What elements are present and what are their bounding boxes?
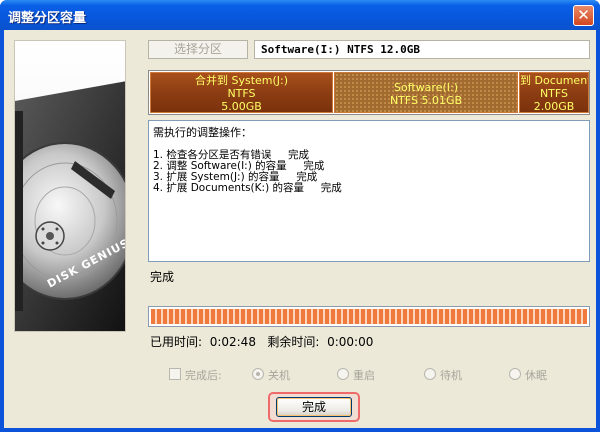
close-icon: ✕ <box>577 6 590 24</box>
partition-size: 2.00GB <box>533 100 575 113</box>
title-bar[interactable]: 调整分区容量 ✕ <box>0 0 600 30</box>
shutdown-radio[interactable] <box>252 368 264 380</box>
remaining-label: 剩余时间: <box>267 335 320 349</box>
restart-label: 重启 <box>353 369 375 382</box>
partition-name: Software(I:) <box>393 81 459 94</box>
progress-fill <box>151 309 587 324</box>
after-complete-checkbox[interactable] <box>169 368 181 380</box>
close-button[interactable]: ✕ <box>573 5 594 26</box>
selected-partition-info: Software(I:) NTFS 12.0GB <box>254 40 590 59</box>
operations-header: 需执行的调整操作： <box>153 126 252 139</box>
remaining-time: 0:00:00 <box>327 335 374 349</box>
partition-name: 到 Document <box>520 74 589 87</box>
partition-fs: NTFS <box>227 87 256 100</box>
partition-fs: NTFS <box>539 87 569 100</box>
partition-segment-software[interactable]: Software(I:) NTFS 5.01GB <box>334 72 518 113</box>
operation-item: 4. 扩展 Documents(K:) 的容量 完成 <box>153 182 342 194</box>
partition-name: 合并到 System(J:) <box>194 74 289 87</box>
operations-list: 需执行的调整操作： 1. 检查各分区是否有错误 完成 2. 调整 Softwar… <box>148 120 590 262</box>
partition-fs-size: NTFS 5.01GB <box>389 94 463 107</box>
dialog-window: 调整分区容量 ✕ DISK GENIUS 选择分区 Software(I:) N… <box>0 0 600 432</box>
after-completion-options: 完成后: 关机 重启 待机 休眠 <box>169 367 599 383</box>
shutdown-label: 关机 <box>268 369 290 382</box>
finish-button[interactable]: 完成 <box>276 397 352 417</box>
partition-segment-documents[interactable]: 到 Document NTFS 2.00GB <box>519 72 589 113</box>
progress-bar <box>148 306 590 327</box>
standby-label: 待机 <box>440 369 462 382</box>
time-row: 已用时间: 0:02:48 剩余时间: 0:00:00 <box>150 333 373 350</box>
dialog-body: DISK GENIUS 选择分区 Software(I:) NTFS 12.0G… <box>4 30 596 428</box>
partition-segment-system[interactable]: 合并到 System(J:) NTFS 5.00GB <box>150 72 333 113</box>
partition-size: 5.00GB <box>221 100 262 113</box>
hibernate-radio[interactable] <box>509 368 521 380</box>
standby-radio[interactable] <box>424 368 436 380</box>
window-title: 调整分区容量 <box>8 11 87 26</box>
after-complete-label: 完成后: <box>185 369 222 382</box>
elapsed-time: 0:02:48 <box>209 335 256 349</box>
disk-image-panel: DISK GENIUS <box>14 40 126 332</box>
partition-map: 合并到 System(J:) NTFS 5.00GB Software(I:) … <box>148 70 590 115</box>
hibernate-label: 休眠 <box>525 369 547 382</box>
status-text: 完成 <box>150 270 175 284</box>
restart-radio[interactable] <box>337 368 349 380</box>
hard-disk-illustration <box>15 81 125 331</box>
select-partition-button[interactable]: 选择分区 <box>148 40 248 59</box>
elapsed-label: 已用时间: <box>150 335 203 349</box>
